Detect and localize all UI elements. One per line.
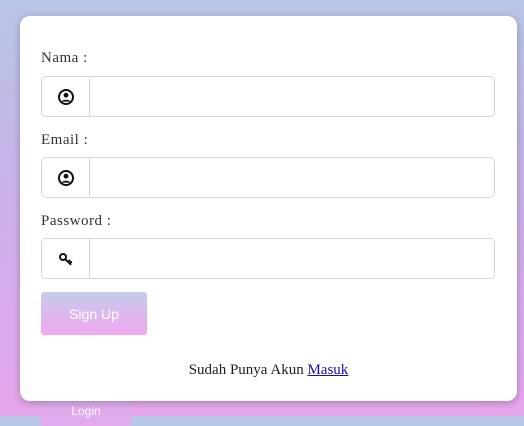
key-icon — [42, 239, 90, 278]
email-input-group — [41, 157, 495, 198]
login-prompt: Sudah Punya Akun Masuk — [20, 362, 517, 379]
email-label: Email : — [41, 132, 89, 148]
name-label: Nama : — [41, 50, 88, 66]
signup-card: Nama : Email : Password : Sign Up Sudah … — [20, 16, 517, 401]
email-input[interactable] — [90, 158, 494, 197]
user-icon — [42, 158, 90, 197]
password-input[interactable] — [90, 239, 494, 278]
name-input[interactable] — [90, 77, 494, 116]
signup-button[interactable]: Sign Up — [41, 292, 147, 335]
name-input-group — [41, 76, 495, 117]
login-link[interactable]: Masuk — [307, 362, 348, 378]
password-input-group — [41, 238, 495, 279]
user-icon — [42, 77, 90, 116]
password-label: Password : — [41, 213, 112, 229]
login-prompt-text: Sudah Punya Akun — [188, 362, 304, 378]
